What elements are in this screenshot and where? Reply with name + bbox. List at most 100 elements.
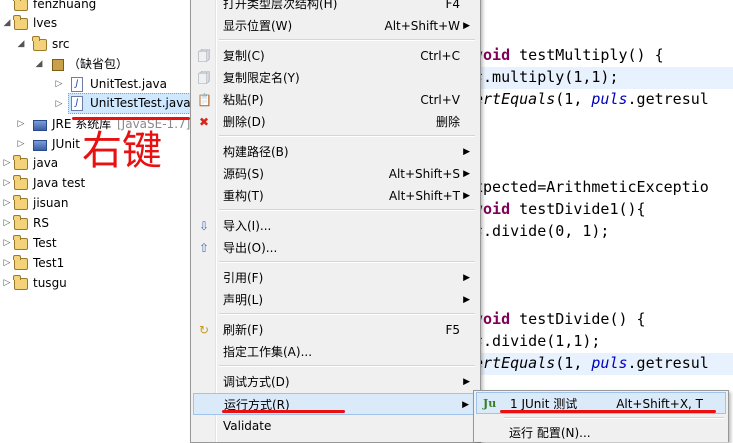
menu-item-shortcut: Alt+Shift+S: [388, 167, 460, 181]
menu-item[interactable]: 🗍 复制限定名(Y): [193, 67, 478, 89]
collapse-arrow-icon[interactable]: ◢: [34, 54, 44, 74]
code-line: void testDivide() {: [474, 308, 646, 330]
context-menu: 打开类型层次结构(H) F4 显示位置(W) Alt+Shift+W ▶ 🗍 复制(C) Ct…: [190, 0, 481, 443]
submenu-arrow-icon: ▶: [463, 21, 470, 31]
tree-item-jisuan[interactable]: ▷ jisuan: [0, 193, 190, 213]
expand-arrow-icon[interactable]: ▷: [54, 74, 64, 94]
menu-item-label: 复制限定名(Y): [223, 71, 300, 85]
expand-arrow-icon[interactable]: ▷: [2, 193, 12, 213]
tree-item-test1[interactable]: ▷ Test1: [0, 253, 190, 273]
tree-item-label: （缺省包）: [68, 57, 129, 71]
menu-item-label: 指定工作集(A)...: [223, 345, 313, 359]
tree-item-lves[interactable]: ◢ lves: [0, 13, 190, 33]
menu-item[interactable]: 声明(L) ▶: [193, 289, 478, 311]
tree-item-label: src: [52, 37, 70, 51]
menu-item-shortcut: Alt+Shift+W: [384, 19, 461, 33]
code-token: ertEquals: [474, 354, 556, 372]
tree-item-rs[interactable]: ▷ RS: [0, 213, 190, 233]
tree-item-test[interactable]: ▷ Test: [0, 233, 190, 253]
menu-item[interactable]: 打开类型层次结构(H) F4: [193, 0, 478, 15]
tree-item-default-package[interactable]: ◢ （缺省包）: [0, 54, 190, 74]
tree-item-fenzhuang[interactable]: fenzhuang: [0, 0, 190, 14]
code-token: (1,: [555, 354, 592, 372]
code-token: testDivide() {: [510, 310, 646, 328]
tree-item-label: Test: [33, 236, 57, 250]
menu-item[interactable]: ✖ 删除(D) 删除: [193, 111, 478, 133]
code-token: .getresul: [627, 90, 709, 108]
menu-item[interactable]: ⇩ 导入(I)...: [193, 215, 478, 237]
menu-item[interactable]: 指定工作集(A)...: [193, 341, 478, 363]
code-line: ertEquals(1, puls.getresul: [474, 88, 709, 110]
code-token: puls: [591, 354, 628, 372]
collapse-arrow-icon[interactable]: ◢: [2, 13, 12, 33]
collapse-arrow-icon[interactable]: ◢: [16, 34, 26, 54]
expand-arrow-icon[interactable]: ▷: [2, 153, 12, 173]
source-folder-icon: [32, 36, 47, 51]
menu-item-label: 构建路径(B): [223, 145, 289, 159]
code-token: ertEquals: [474, 90, 556, 108]
menu-item-label: 刷新(F): [223, 323, 264, 337]
tree-item-src[interactable]: ◢ src: [0, 34, 190, 54]
tree-item-label: UnitTest.java: [90, 77, 168, 91]
expand-arrow-icon[interactable]: ▷: [2, 213, 12, 233]
menu-item[interactable]: Validate: [193, 415, 478, 437]
tree-item-unittesttest-java[interactable]: J UnitTestTest.java: [68, 93, 190, 114]
code-line: xpected=ArithmeticExceptio: [474, 176, 709, 198]
tree-item-java-test[interactable]: ▷ Java test: [0, 173, 190, 193]
menu-item[interactable]: 重构(T) Alt+Shift+T ▶: [193, 185, 478, 207]
menu-item[interactable]: ⇧ 导出(O)...: [193, 237, 478, 259]
menu-item[interactable]: 显示位置(W) Alt+Shift+W ▶: [193, 15, 478, 37]
paste-icon: 📋: [197, 93, 212, 107]
annotation-underline: [500, 410, 716, 413]
expand-arrow-icon[interactable]: ▷: [2, 253, 12, 273]
submenu-item-label: 运行 配置(N)...: [509, 426, 591, 440]
tree-item-tusgu[interactable]: ▷ tusgu: [0, 273, 190, 293]
code-line: s.multiply(1,1);: [474, 66, 619, 88]
menu-item[interactable]: 📋 粘贴(P) Ctrl+V: [193, 89, 478, 111]
menu-item[interactable]: 调试方式(D) ▶: [193, 371, 478, 393]
menu-item-label: 显示位置(W): [223, 19, 293, 33]
submenu-item[interactable]: 运行 配置(N)...: [476, 422, 726, 442]
tree-item-label: Java test: [33, 176, 86, 190]
export-icon: ⇧: [198, 241, 210, 255]
expand-arrow-icon[interactable]: ▷: [54, 94, 64, 114]
menu-separator: [219, 135, 475, 137]
code-line: void testDivide1(){: [474, 198, 646, 220]
code-line: ertEquals(1, puls.getresul: [474, 352, 709, 374]
menu-item[interactable]: 源码(S) Alt+Shift+S ▶: [193, 163, 478, 185]
menu-item-label: 引用(F): [223, 271, 264, 285]
menu-item[interactable]: 🗍 复制(C) Ctrl+C: [193, 45, 478, 67]
tree-item-label: RS: [33, 216, 49, 230]
expand-arrow-icon[interactable]: ▷: [16, 114, 26, 134]
project-icon: [13, 255, 28, 270]
expand-arrow-icon[interactable]: ▷: [2, 273, 12, 293]
menu-separator: [219, 365, 475, 367]
refresh-icon: ↻: [198, 323, 210, 337]
tree-item-label: lves: [33, 16, 58, 30]
tree-item-label: tusgu: [33, 276, 67, 290]
project-icon: [13, 15, 28, 30]
tree-item-unittest-java[interactable]: ▷ J UnitTest.java: [0, 74, 190, 94]
delete-icon: ✖: [198, 115, 210, 129]
menu-item-shortcut: Alt+Shift+T: [389, 189, 460, 203]
menu-item[interactable]: ↻ 刷新(F) F5: [193, 319, 478, 341]
tree-item-label: JUnit: [52, 137, 80, 151]
code-token: (1,: [555, 90, 592, 108]
menu-separator: [219, 209, 475, 211]
menu-item-label: 重构(T): [223, 189, 264, 203]
code-token: puls: [591, 90, 628, 108]
expand-arrow-icon[interactable]: ▷: [16, 134, 26, 154]
code-token: .divide(1,1);: [483, 332, 601, 350]
project-icon: [13, 175, 28, 190]
submenu-arrow-icon: ▶: [463, 191, 470, 201]
menu-item[interactable]: 构建路径(B) ▶: [193, 141, 478, 163]
menu-item[interactable]: 引用(F) ▶: [193, 267, 478, 289]
menu-separator: [504, 417, 724, 419]
menu-separator: [219, 313, 475, 315]
expand-arrow-icon[interactable]: ▷: [2, 233, 12, 253]
annotation-underline: [222, 410, 345, 413]
import-icon: ⇩: [198, 219, 210, 233]
expand-arrow-icon[interactable]: ▷: [2, 173, 12, 193]
menu-item-shortcut: 删除: [435, 115, 460, 129]
menu-item-label: Validate: [223, 419, 272, 433]
